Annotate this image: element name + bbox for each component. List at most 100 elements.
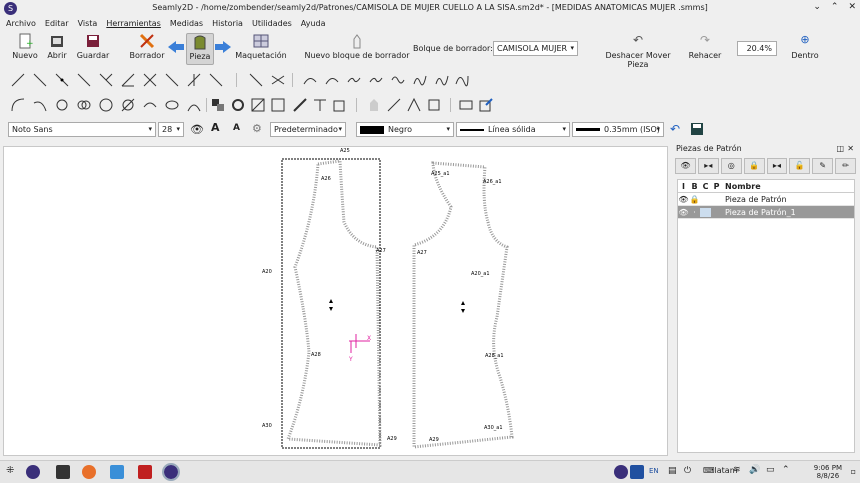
pencil-icon[interactable]: ✏ [835, 158, 856, 174]
font-size-select[interactable]: 28 ▾ [158, 122, 184, 137]
zoom-in-button[interactable]: ⊕ Dentro [790, 33, 820, 60]
clipboard-icon[interactable]: ▤ [668, 466, 677, 476]
font-select[interactable]: Noto Sans ▾ [8, 122, 156, 137]
terminal-icon[interactable] [56, 465, 70, 479]
panel-close-icon[interactable]: ✕ [847, 144, 854, 153]
elliptic-arc-icon[interactable] [164, 97, 180, 113]
cubic-bezier-icon[interactable] [390, 72, 406, 88]
visible-eye-icon[interactable]: 👁 [678, 195, 689, 204]
undo-button[interactable]: ↶ Deshacer Mover Pieza [594, 33, 682, 69]
seamly-taskbar-icon[interactable] [26, 465, 40, 479]
spline-icon[interactable] [346, 72, 362, 88]
close-icon[interactable]: ✕ [848, 2, 856, 12]
arc-intersect-icon[interactable] [76, 97, 92, 113]
menu-editar[interactable]: Editar [45, 19, 69, 28]
internal-path-icon[interactable] [406, 97, 422, 113]
normal-icon[interactable] [98, 72, 114, 88]
show-desktop-icon[interactable]: ▫ [851, 467, 856, 476]
cut-path-icon[interactable] [434, 72, 450, 88]
menu-archivo[interactable]: Archivo [6, 19, 36, 28]
curve-point-icon[interactable] [324, 72, 340, 88]
minimize-icon[interactable]: ⌄ [813, 2, 821, 12]
maximize-icon[interactable]: ⌃ [831, 2, 839, 12]
volume-icon[interactable]: 🔊 [749, 465, 760, 475]
arc-tool-icon[interactable] [10, 97, 26, 113]
length-angle-icon[interactable] [208, 72, 224, 88]
back-arrow-icon[interactable]: ↶ [670, 122, 680, 136]
unlock-icon[interactable]: 🔓 [789, 158, 811, 174]
lock-small-icon[interactable]: 🔒 [689, 195, 700, 204]
zoom-input[interactable]: 20.4% [737, 41, 777, 56]
pattern-piece-left[interactable] [285, 159, 382, 447]
arc-length-icon[interactable] [186, 97, 202, 113]
open-button[interactable]: Abrir [44, 33, 70, 60]
hide-all-icon[interactable]: ◎ [720, 158, 742, 174]
along-line-icon[interactable] [54, 72, 70, 88]
menu-utilidades[interactable]: Utilidades [252, 19, 292, 28]
export-icon[interactable] [332, 97, 348, 113]
spline-path-icon[interactable] [368, 72, 384, 88]
circle-intersect-icon[interactable] [98, 97, 114, 113]
arc-cut-icon[interactable] [54, 97, 70, 113]
color-pick-icon[interactable]: ✎ [812, 158, 834, 174]
cut-spline-icon[interactable] [412, 72, 428, 88]
mirror-line-icon[interactable] [250, 97, 266, 113]
language-indicator[interactable]: EN [649, 467, 659, 475]
toggle-visible-icon[interactable]: ▸◂ [697, 158, 719, 174]
clock[interactable]: 9:06 PM 8/8/26 [814, 464, 842, 480]
point-name-select[interactable]: Predeterminado ▾ [270, 122, 346, 137]
circle-tangent-icon[interactable] [120, 97, 136, 113]
battery-icon[interactable]: ▭ [766, 465, 775, 475]
new-draft-block-button[interactable]: Nuevo bloque de borrador [304, 33, 410, 60]
table-row[interactable]: 👁 · Pieza de Patrón_1 [678, 206, 854, 219]
app-red-icon[interactable] [138, 465, 152, 479]
save-button[interactable]: Guardar [76, 33, 110, 60]
tray-app-icon[interactable] [630, 465, 644, 479]
text-color-icon[interactable]: ⚙ [252, 122, 262, 135]
table-row[interactable]: 👁 🔒 Pieza de Patrón [678, 193, 854, 206]
menu-vista[interactable]: Vista [78, 19, 98, 28]
usb-icon[interactable]: ⏻ [684, 466, 691, 476]
insert-node-icon[interactable] [458, 97, 474, 113]
menu-ayuda[interactable]: Ayuda [301, 19, 326, 28]
line-width-select[interactable]: 0.35mm (ISO) ▾ [572, 122, 664, 137]
intersect-lines-icon[interactable] [248, 72, 264, 88]
toggle-lock-icon[interactable]: ▸◂ [766, 158, 788, 174]
save-props-icon[interactable] [690, 122, 704, 136]
color-cell[interactable] [700, 194, 711, 204]
line-color-select[interactable]: Negro ▾ [356, 122, 454, 137]
seamly-active-icon[interactable] [162, 463, 180, 481]
draft-block-select[interactable]: CAMISOLA MUJER ▾ [493, 41, 578, 56]
firefox-icon[interactable] [82, 465, 96, 479]
bisector-icon[interactable] [120, 72, 136, 88]
tray-arrow-icon[interactable]: ⌃ [782, 465, 790, 475]
menu-herramientas[interactable]: Herramientas [106, 19, 161, 28]
files-icon[interactable] [110, 465, 124, 479]
app-launcher-icon[interactable]: ⁜ [6, 465, 14, 476]
cross-lines-icon[interactable] [270, 72, 286, 88]
true-dart-icon[interactable] [312, 97, 328, 113]
curve-tool-icon[interactable] [302, 72, 318, 88]
line-tool-icon[interactable] [10, 72, 26, 88]
visible-eye-icon[interactable]: 👁 [678, 208, 689, 217]
shoulder-point-icon[interactable] [76, 72, 92, 88]
tray-seamly-icon[interactable] [614, 465, 628, 479]
drawing-canvas[interactable]: A25 A26 A27 A20 A28 A30 A29 A25_a1 A26_a… [3, 146, 668, 456]
color-cell[interactable] [700, 207, 711, 217]
move-icon[interactable] [292, 97, 308, 113]
rotate-icon[interactable] [230, 97, 246, 113]
triangle-point-icon[interactable] [142, 72, 158, 88]
arc-point-icon[interactable] [32, 97, 48, 113]
new-button[interactable]: + Nuevo [10, 33, 40, 60]
menu-historia[interactable]: Historia [212, 19, 243, 28]
line-point-icon[interactable] [32, 72, 48, 88]
arc-tangent-icon[interactable] [142, 97, 158, 113]
perpendicular-icon[interactable] [186, 72, 202, 88]
font-smaller-icon[interactable]: A [233, 123, 240, 133]
float-icon[interactable]: ◫ [836, 144, 844, 153]
spline-intersect-icon[interactable] [454, 72, 470, 88]
height-point-icon[interactable] [164, 72, 180, 88]
lock-small-icon[interactable]: · [689, 208, 700, 217]
eye-icon[interactable]: 👁 [190, 123, 204, 136]
union-icon[interactable] [366, 97, 382, 113]
